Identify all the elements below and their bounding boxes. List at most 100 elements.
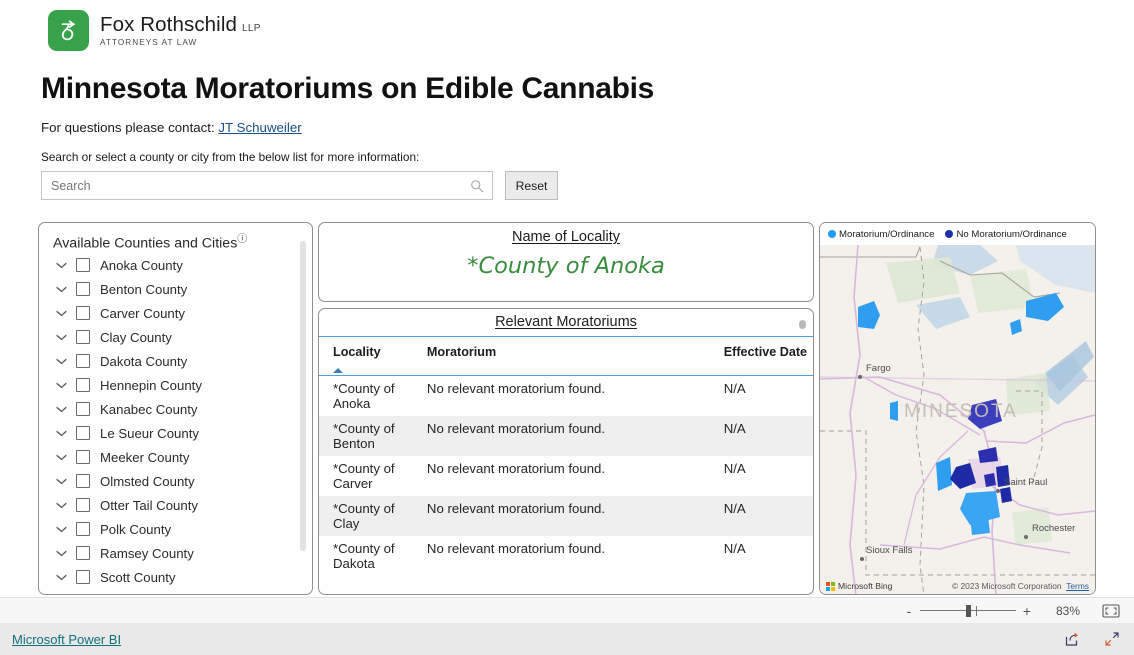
fit-to-page-icon[interactable] bbox=[1102, 603, 1120, 618]
slicer-item[interactable]: Le Sueur County bbox=[39, 421, 312, 445]
cell-locality: *County of Dakota bbox=[333, 541, 395, 571]
slicer-title: Available Counties and Citiesⓘ bbox=[53, 230, 247, 252]
map-copyright-text: © 2023 Microsoft Corporation bbox=[952, 581, 1062, 591]
zoom-slider[interactable] bbox=[920, 604, 1016, 618]
legend-dot bbox=[945, 230, 954, 238]
slicer-item-label: Le Sueur County bbox=[100, 425, 199, 441]
chevron-down-icon[interactable] bbox=[52, 496, 70, 514]
column-header-locality[interactable]: Locality bbox=[319, 336, 427, 376]
slicer-checkbox[interactable] bbox=[76, 498, 90, 512]
chevron-down-icon[interactable] bbox=[52, 352, 70, 370]
table-row[interactable]: *County of Clay No relevant moratorium fo… bbox=[319, 496, 813, 536]
slicer-checkbox[interactable] bbox=[76, 330, 90, 344]
column-header-locality-label: Locality bbox=[333, 345, 381, 359]
zoom-slider-handle[interactable] bbox=[966, 604, 971, 617]
table-row[interactable]: *County of Anoka No relevant moratorium f… bbox=[319, 376, 813, 417]
page-title: Minnesota Moratoriums on Edible Cannabis bbox=[41, 72, 655, 105]
slicer-checkbox[interactable] bbox=[76, 474, 90, 488]
powerbi-report: Fox Rothschild LLP ATTORNEYS AT LAW Minn… bbox=[0, 0, 1134, 655]
table-title: Relevant Moratoriums bbox=[495, 314, 637, 330]
slicer-item-list[interactable]: Anoka County Benton County Carver County Cl… bbox=[39, 253, 312, 591]
slicer-item[interactable]: Clay County bbox=[39, 325, 312, 349]
contact-email-link[interactable]: JT Schuweiler bbox=[218, 120, 301, 135]
brand-suffix: LLP bbox=[241, 22, 261, 34]
chevron-down-icon[interactable] bbox=[52, 256, 70, 274]
counties-slicer[interactable]: Available Counties and Citiesⓘ Anoka Cou… bbox=[38, 222, 313, 595]
slicer-item[interactable]: Dakota County bbox=[39, 349, 312, 373]
slicer-item[interactable]: Hennepin County bbox=[39, 373, 312, 397]
slicer-checkbox[interactable] bbox=[76, 546, 90, 560]
cell-moratorium: No relevant moratorium found. bbox=[426, 416, 724, 456]
slicer-checkbox[interactable] bbox=[76, 306, 90, 320]
zoom-in-button[interactable]: + bbox=[1018, 603, 1036, 619]
slicer-item[interactable]: Ramsey County bbox=[39, 541, 312, 565]
zoom-out-button[interactable]: - bbox=[900, 603, 918, 619]
moratoriums-table-card: Relevant Moratoriums Locality Moratorium… bbox=[318, 308, 814, 595]
fullscreen-icon[interactable] bbox=[1104, 631, 1120, 647]
chevron-down-icon[interactable] bbox=[52, 280, 70, 298]
slicer-checkbox[interactable] bbox=[76, 354, 90, 368]
chevron-down-icon[interactable] bbox=[52, 568, 70, 586]
info-icon[interactable]: ⓘ bbox=[237, 234, 247, 245]
cell-locality: *County of Clay bbox=[319, 496, 427, 536]
power-bi-link[interactable]: Microsoft Power BI bbox=[12, 632, 121, 647]
map-legend: Moratorium/Ordinance No Moratorium/Ordina… bbox=[820, 223, 1095, 245]
slicer-item-label: Dakota County bbox=[100, 353, 188, 369]
cell-effective-date: N/A bbox=[723, 416, 813, 456]
slicer-checkbox[interactable] bbox=[76, 282, 90, 296]
slicer-item[interactable]: Kanabec County bbox=[39, 397, 312, 421]
legend-label: Moratorium/Ordinance bbox=[839, 228, 935, 240]
chevron-down-icon[interactable] bbox=[52, 448, 70, 466]
slicer-checkbox[interactable] bbox=[76, 426, 90, 440]
slicer-checkbox[interactable] bbox=[76, 570, 90, 584]
table-scroll-region[interactable]: Locality Moratorium Effective Date *Coun… bbox=[319, 336, 813, 594]
map-canvas[interactable]: Fargo Saint Paul Rochester Sioux Falls M… bbox=[820, 245, 1095, 594]
table-row[interactable]: *County of Benton No relevant moratorium … bbox=[319, 416, 813, 456]
slicer-item[interactable]: Meeker County bbox=[39, 445, 312, 469]
column-header-effective-date[interactable]: Effective Date bbox=[723, 336, 813, 376]
chevron-down-icon[interactable] bbox=[52, 328, 70, 346]
map-card[interactable]: Moratorium/Ordinance No Moratorium/Ordina… bbox=[819, 222, 1096, 595]
zoom-percent-label: 83% bbox=[1055, 603, 1080, 618]
svg-text:Saint Paul: Saint Paul bbox=[1004, 477, 1047, 488]
slicer-title-text: Available Counties and Cities bbox=[53, 235, 238, 252]
slicer-scrollbar[interactable] bbox=[300, 241, 306, 551]
slicer-item[interactable]: Polk County bbox=[39, 517, 312, 541]
slicer-item[interactable]: Carver County bbox=[39, 301, 312, 325]
slicer-checkbox[interactable] bbox=[76, 378, 90, 392]
chevron-down-icon[interactable] bbox=[52, 304, 70, 322]
search-input[interactable] bbox=[42, 172, 492, 199]
table-row[interactable]: *County of Dakota No relevant moratorium … bbox=[319, 536, 813, 576]
contact-line: For questions please contact: JT Schuwei… bbox=[41, 120, 302, 135]
chevron-down-icon[interactable] bbox=[52, 400, 70, 418]
slicer-checkbox[interactable] bbox=[76, 258, 90, 272]
slicer-checkbox[interactable] bbox=[76, 450, 90, 464]
slicer-item[interactable]: Otter Tail County bbox=[39, 493, 312, 517]
map-copyright: © 2023 Microsoft Corporation Terms bbox=[952, 581, 1089, 591]
report-footer: Microsoft Power BI bbox=[0, 623, 1134, 655]
map-provider-label: Microsoft Bing bbox=[838, 581, 893, 591]
map-terms-link[interactable]: Terms bbox=[1066, 581, 1089, 591]
slicer-checkbox[interactable] bbox=[76, 402, 90, 416]
table-scrollbar[interactable] bbox=[799, 320, 806, 329]
search-box[interactable] bbox=[41, 171, 493, 200]
slicer-item[interactable]: Benton County bbox=[39, 277, 312, 301]
slicer-checkbox[interactable] bbox=[76, 522, 90, 536]
column-header-moratorium[interactable]: Moratorium bbox=[426, 336, 724, 376]
chevron-down-icon[interactable] bbox=[52, 376, 70, 394]
chevron-down-icon[interactable] bbox=[52, 424, 70, 442]
slicer-item[interactable]: Anoka County bbox=[39, 253, 312, 277]
slicer-item-label: Hennepin County bbox=[100, 377, 202, 393]
cell-effective-date: N/A bbox=[723, 496, 813, 536]
slicer-item[interactable]: Olmsted County bbox=[39, 469, 312, 493]
cell-effective-date: N/A bbox=[723, 461, 746, 476]
table-row[interactable]: *County of Carver No relevant moratorium … bbox=[319, 456, 813, 496]
search-icon bbox=[471, 180, 484, 193]
share-icon[interactable] bbox=[1064, 631, 1080, 647]
reset-button[interactable]: Reset bbox=[505, 171, 558, 200]
chevron-down-icon[interactable] bbox=[52, 544, 70, 562]
chevron-down-icon[interactable] bbox=[52, 520, 70, 538]
slicer-item[interactable]: Scott County bbox=[39, 565, 312, 589]
legend-label: No Moratorium/Ordinance bbox=[956, 228, 1067, 240]
chevron-down-icon[interactable] bbox=[52, 472, 70, 490]
